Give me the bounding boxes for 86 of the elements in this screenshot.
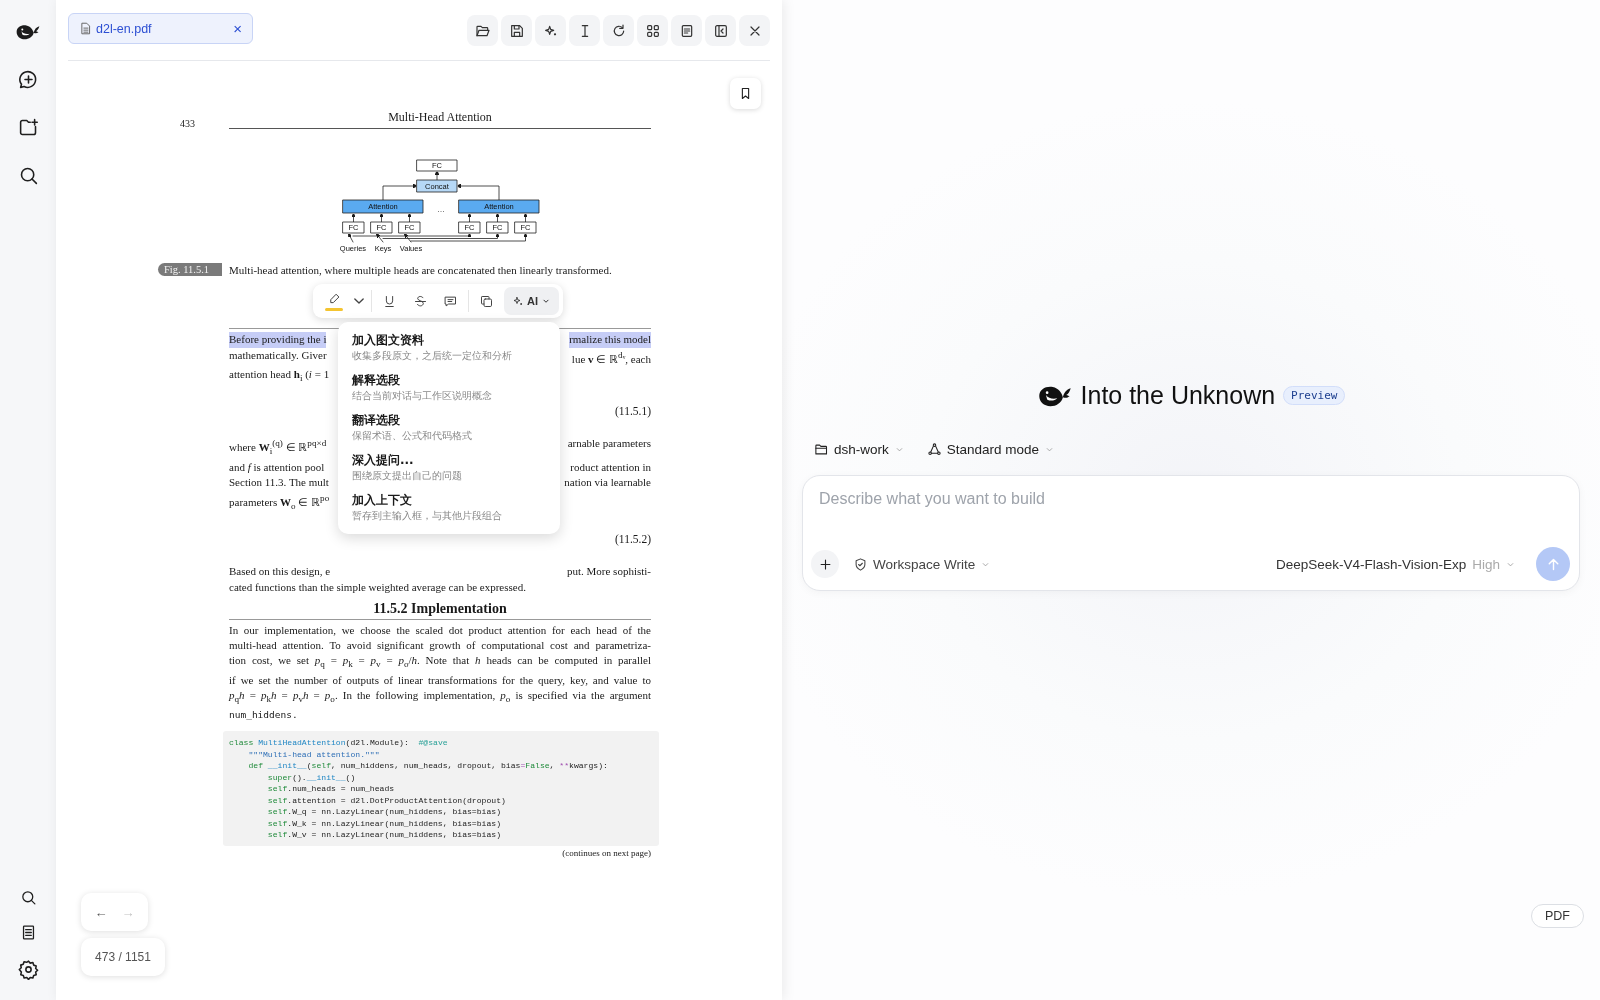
- file-name: d2l-en.pdf: [96, 21, 153, 36]
- grid-button[interactable]: [637, 15, 668, 46]
- app-title: Into the Unknown: [1080, 381, 1276, 410]
- figure-tag: Fig. 11.5.1: [158, 263, 222, 276]
- model-dropdown[interactable]: DeepSeek-V4-Flash-Vision-Exp High: [1275, 556, 1516, 572]
- file-tab[interactable]: d2l-en.pdf ×: [68, 13, 253, 44]
- code-line: self.W_v = nn.LazyLinear(num_hiddens, bias=bias): [267, 829, 502, 841]
- open-folder-button[interactable]: [467, 15, 498, 46]
- new-chat-icon[interactable]: [17, 69, 39, 90]
- paragraph-line: if we set the number of outputs of linear transformations for the query, key, and value to: [229, 672, 651, 688]
- section-heading: 11.5.2 Implementation: [373, 601, 507, 617]
- caret-icon: [354, 298, 365, 304]
- folder-icon: [814, 442, 829, 457]
- menu-item[interactable]: 深入提问... 围绕原文提出自己的问题: [338, 448, 560, 488]
- folder-dropdown[interactable]: dsh-work: [814, 442, 905, 457]
- paragraph-fragment: attention head h$_{i}$ (i = 1: [229, 366, 330, 385]
- running-title: Multi-Head Attention: [229, 110, 651, 129]
- save-button[interactable]: [501, 15, 532, 46]
- prompt-field[interactable]: Describe what you want to build: [819, 490, 1570, 534]
- paragraph-fragment: lue v ∈ ℝ$^{dᵥ}$, each: [571, 348, 651, 367]
- mode-dropdown[interactable]: Standard mode: [926, 442, 1056, 457]
- add-button[interactable]: [811, 550, 839, 578]
- page-indicator: 473 / 1151: [81, 938, 165, 976]
- code-line: self.num_heads = num_heads: [267, 783, 396, 795]
- code-line: self.attention = d2l.DotProductAttention(dropout): [267, 794, 507, 807]
- equation-number: (11.5.2): [615, 533, 651, 546]
- close-tab-button[interactable]: ×: [233, 20, 242, 37]
- copy-icon: [479, 293, 495, 309]
- whale-logo-icon[interactable]: [15, 22, 41, 42]
- menu-item[interactable]: 加入上下文 暂存到主输入框，与其他片段组合: [338, 488, 560, 528]
- paragraph-fragment: where W$_{i}$$^{(q)}$ ∈ ℝ$^{pq×d}$: [229, 437, 327, 459]
- paragraph-line: tion cost, we set p$_{q}$ = p$_{k}$ = p$_{v}$ = p$_{o}$/h. Note that h heads can be computed in parallel: [229, 653, 651, 672]
- paragraph-line: cated functions than the simple weighted average can be expressed.: [229, 579, 527, 595]
- menu-item[interactable]: 解释选段 结合当前对话与工作区说明概念: [338, 368, 560, 408]
- paragraph-fragment: Section 11.3. The mult: [229, 475, 329, 491]
- paragraph-fragment: rmalize this model: [569, 332, 651, 348]
- composer-field[interactable]: Describe what you want to build Workspace Write DeepSeek-V4-Flash-Vision-Exp High: [802, 475, 1580, 591]
- document-button[interactable]: [671, 15, 702, 46]
- code-line: class MultiHeadAttention(d2l.Module): #@save: [229, 737, 449, 749]
- page-arrow-button[interactable]: ←: [94, 904, 108, 920]
- sparkle-icon: [512, 295, 525, 307]
- sidebar-icon: [712, 22, 729, 39]
- menu-item[interactable]: 加入图文资料 收集多段原文，之后统一定位和分析: [338, 328, 560, 368]
- paragraph-fragment: arnable parameters: [567, 436, 651, 452]
- settings-icon[interactable]: [17, 959, 39, 980]
- save-icon: [508, 22, 525, 39]
- search-icon[interactable]: [19, 889, 37, 906]
- comment-icon: [443, 293, 459, 309]
- paragraph-fragment: roduct attention in: [570, 459, 651, 475]
- equation-number: (11.5.1): [615, 405, 651, 418]
- shield-icon: [853, 556, 868, 572]
- paragraph-line: p$_{q}$h = p$_{k}$h = p$_{v}$h = p$_{o}$. In the following implementation, p$_{o}$ is specified via the argument: [229, 688, 651, 707]
- code-line: self.W_k = nn.LazyLinear(num_hiddens, bias=bias): [267, 817, 502, 830]
- paragraph-fragment: put. More sophisti-: [566, 564, 651, 580]
- code-line: self.W_q = nn.LazyLinear(num_hiddens, bias=bias): [267, 806, 502, 818]
- continuation-note: (continues on next page): [562, 847, 651, 858]
- menu-item[interactable]: 翻译选段 保留术语、公式和代码格式: [338, 408, 560, 448]
- sparkle-button[interactable]: [535, 15, 566, 46]
- paragraph-fragment: Based on this design, e: [229, 564, 331, 580]
- ai-button[interactable]: AI: [504, 287, 560, 315]
- paragraph-line: multi-head attention. To avoid significant growth of computational cost and parametriza-: [229, 638, 651, 654]
- paragraph-fragment: Before providing the i: [229, 332, 327, 348]
- text-cursor-button[interactable]: [569, 15, 600, 46]
- paragraph-fragment: nation via learnable: [564, 475, 651, 491]
- preview-badge: Preview: [1283, 386, 1346, 405]
- folder-plus-icon[interactable]: [17, 117, 39, 138]
- permission-dropdown[interactable]: Workspace Write: [853, 556, 992, 572]
- figure-caption: Multi-head attention, where multiple heads are concatenated then linearly transformed.: [229, 263, 612, 276]
- paragraph-fragment: mathematically. Giver: [229, 347, 327, 363]
- strikethrough-icon: [412, 293, 428, 309]
- code-line: """Multi-head attention.""": [248, 748, 381, 761]
- paragraph-fragment: and f is attention pool: [229, 459, 325, 475]
- file-icon: [79, 22, 92, 35]
- code-line: super().__init__(): [267, 771, 357, 784]
- paragraph-line: In our implementation, we choose the scaled dot product attention for each head of the: [229, 623, 651, 639]
- plus-icon: [817, 556, 833, 572]
- bookmark-button[interactable]: [730, 78, 761, 109]
- code-line: def __init__(self, num_hiddens, num_heads, dropout, bias=False, **kwargs):: [248, 760, 609, 772]
- code-word: num_hiddens.: [229, 709, 298, 721]
- collapse-panel-button[interactable]: [705, 15, 736, 46]
- grid-icon: [644, 22, 661, 39]
- page-number: 433: [179, 118, 196, 129]
- paragraph-fragment: parameters W$_{o}$ ∈ ℝ$^{po}$: [229, 491, 330, 513]
- nodes-icon: [926, 442, 942, 457]
- pdf-button[interactable]: PDF: [1531, 904, 1584, 928]
- refresh-button[interactable]: [603, 15, 634, 46]
